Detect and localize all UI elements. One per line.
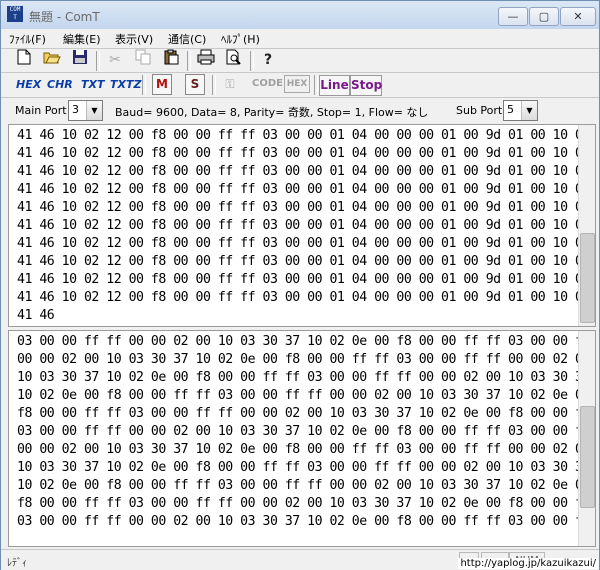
chevron-down-icon[interactable]: ▼ — [521, 101, 537, 120]
separator — [1, 97, 599, 98]
txtz-mode-button[interactable]: TXTZ — [110, 78, 141, 91]
receive-line: 00 00 02 00 10 03 30 37 10 02 0e 00 f8 0… — [17, 352, 590, 367]
menu-help[interactable]: ﾍﾙﾌﾟ(H) — [221, 31, 260, 47]
send-line: 41 46 10 02 12 00 f8 00 00 ff ff 03 00 0… — [17, 254, 590, 269]
send-pane[interactable]: 41 46 10 02 12 00 f8 00 00 ff ff 03 00 0… — [8, 124, 596, 327]
send-line: 41 46 10 02 12 00 f8 00 00 ff ff 03 00 0… — [17, 218, 590, 233]
send-line: 41 46 10 02 12 00 f8 00 00 ff ff 03 00 0… — [17, 146, 590, 161]
menu-edit[interactable]: 編集(E) — [63, 31, 101, 47]
status-text: ﾚﾃﾞｨ — [7, 558, 27, 569]
toolbar-separator — [96, 51, 100, 71]
receive-line: 03 00 00 ff ff 00 00 02 00 10 03 30 37 1… — [17, 334, 596, 349]
preview-icon[interactable] — [223, 49, 245, 71]
chr-mode-button[interactable]: CHR — [47, 78, 73, 91]
send-pane-scrollbar[interactable] — [578, 125, 595, 326]
receive-line: 03 00 00 ff ff 00 00 02 00 10 03 30 37 1… — [17, 514, 596, 529]
s-button[interactable]: S — [185, 74, 205, 95]
main-port-value: 3 — [72, 103, 79, 116]
txt-mode-button[interactable]: TXT — [81, 78, 105, 91]
sub-port-value: 5 — [507, 103, 514, 116]
send-line: 41 46 — [17, 308, 55, 323]
window-title: 無題 - ComT — [29, 10, 100, 24]
send-line: 41 46 10 02 12 00 f8 00 00 ff ff 03 00 0… — [17, 272, 590, 287]
send-line: 41 46 10 02 12 00 f8 00 00 ff ff 03 00 0… — [17, 128, 590, 143]
receive-line: f8 00 00 ff ff 03 00 00 ff ff 00 00 02 0… — [17, 496, 596, 511]
print-icon[interactable] — [195, 49, 217, 71]
toolbar-separator — [250, 51, 254, 71]
send-data-text: 41 46 10 02 12 00 f8 00 00 ff ff 03 00 0… — [17, 127, 590, 325]
serial-settings: Baud= 9600, Data= 8, Parity= 奇数, Stop= 1… — [115, 106, 429, 119]
menu-comm[interactable]: 通信(C) — [168, 31, 206, 47]
hex-mode-button[interactable]: HEX — [16, 78, 41, 91]
hex-button[interactable]: HEX — [284, 75, 310, 93]
help-icon[interactable]: ? — [257, 49, 279, 71]
stop-button[interactable]: Stop — [350, 75, 382, 96]
menu-view[interactable]: 表示(V) — [115, 31, 153, 47]
send-line: 41 46 10 02 12 00 f8 00 00 ff ff 03 00 0… — [17, 200, 590, 215]
main-window: COM T 無題 - ComT — ▢ ✕ ﾌｧｲﾙ(F) 編集(E) 表示(V… — [0, 0, 600, 570]
minimize-button[interactable]: — — [498, 7, 528, 26]
m-button[interactable]: M — [152, 74, 172, 95]
scroll-thumb[interactable] — [580, 406, 595, 508]
watermark: http://yaplog.jp/kazuikazui/ — [458, 558, 598, 569]
cut-icon[interactable]: ✂ — [104, 49, 126, 71]
maximize-button[interactable]: ▢ — [529, 7, 559, 26]
receive-pane-scrollbar[interactable] — [578, 331, 595, 546]
receive-line: 00 00 02 00 10 03 30 37 10 02 0e 00 f8 0… — [17, 442, 590, 457]
send-line: 41 46 10 02 12 00 f8 00 00 ff ff 03 00 0… — [17, 236, 590, 251]
open-icon[interactable] — [41, 49, 63, 71]
main-port-label: Main Port — [15, 104, 67, 117]
code-button[interactable]: CODE — [252, 78, 283, 89]
send-line: 41 46 10 02 12 00 f8 00 00 ff ff 03 00 0… — [17, 182, 590, 197]
receive-pane[interactable]: 03 00 00 ff ff 00 00 02 00 10 03 30 37 1… — [8, 330, 596, 547]
app-icon: COM T — [7, 6, 23, 22]
sub-port-select[interactable]: 5 ▼ — [503, 100, 538, 121]
receive-line: 10 03 30 37 10 02 0e 00 f8 00 00 ff ff 0… — [17, 460, 590, 475]
paste-icon[interactable] — [160, 49, 182, 71]
toolbar-separator — [187, 51, 191, 71]
sub-port-label: Sub Port — [456, 104, 503, 117]
send-line: 41 46 10 02 12 00 f8 00 00 ff ff 03 00 0… — [17, 164, 590, 179]
title-bar: COM T 無題 - ComT — ▢ ✕ — [1, 1, 599, 29]
new-icon[interactable] — [13, 49, 35, 71]
receive-line: 03 00 00 ff ff 00 00 02 00 10 03 30 37 1… — [17, 424, 596, 439]
scroll-thumb[interactable] — [580, 233, 595, 323]
receive-line: 10 02 0e 00 f8 00 00 ff ff 03 00 00 ff f… — [17, 388, 590, 403]
key-icon[interactable]: ⚿ — [219, 73, 241, 95]
receive-line: 10 02 0e 00 f8 00 00 ff ff 03 00 00 ff f… — [17, 478, 590, 493]
receive-line: 10 03 30 37 10 02 0e 00 f8 00 00 ff ff 0… — [17, 370, 590, 385]
menu-file[interactable]: ﾌｧｲﾙ(F) — [9, 31, 46, 47]
send-line: 41 46 10 02 12 00 f8 00 00 ff ff 03 00 0… — [17, 290, 590, 305]
copy-icon[interactable] — [132, 49, 154, 71]
menu-bar: ﾌｧｲﾙ(F) 編集(E) 表示(V) 通信(C) ﾍﾙﾌﾟ(H) — [1, 29, 599, 48]
close-button[interactable]: ✕ — [560, 7, 596, 26]
save-icon[interactable] — [69, 49, 91, 71]
chevron-down-icon[interactable]: ▼ — [86, 101, 102, 120]
main-port-select[interactable]: 3 ▼ — [68, 100, 103, 121]
line-button[interactable]: Line — [319, 75, 350, 96]
separator — [1, 72, 599, 73]
receive-data-text: 03 00 00 ff ff 00 00 02 00 10 03 30 37 1… — [17, 333, 596, 531]
receive-line: f8 00 00 ff ff 03 00 00 ff ff 00 00 02 0… — [17, 406, 596, 421]
toolbar-separator — [314, 75, 318, 95]
toolbar-separator — [142, 75, 146, 95]
toolbar-separator — [212, 75, 216, 95]
